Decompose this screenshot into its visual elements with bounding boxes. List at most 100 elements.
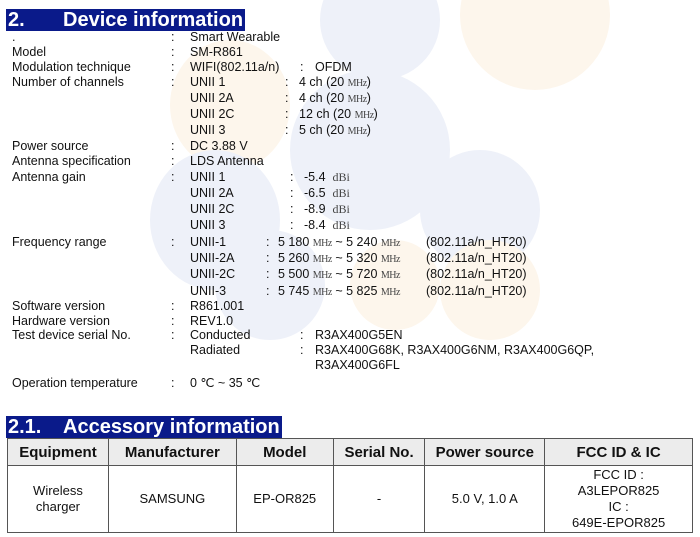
field-row-product: . : Smart Wearable [12, 30, 692, 45]
field-row-serial-radiated-cont: R3AX400G6FL [12, 358, 692, 373]
freq-high: 5 720 [346, 267, 378, 281]
unit-mhz: MHz [347, 94, 368, 105]
field-value: WIFI(802.11a/n) [190, 60, 280, 74]
gain-value: -8.9 [304, 202, 326, 216]
separator: : [285, 91, 289, 105]
freq-low: 5 500 [278, 267, 310, 281]
fcc-label: FCC ID : [593, 467, 644, 482]
frequency-item: UNII-1 : 5 180 MHz ~ 5 240 MHz (802.11a/… [190, 235, 690, 250]
field-label: Power source [12, 139, 89, 153]
frequency-item: UNII-3 : 5 745 MHz ~ 5 825 MHz (802.11a/… [190, 284, 690, 299]
radiated-value: R3AX400G68K, R3AX400G6NM, R3AX400G6QP, [315, 343, 595, 357]
range-separator: ~ [335, 235, 343, 249]
gain-item: UNII 1 : -5.4 dBi [190, 170, 590, 185]
separator: : [171, 235, 175, 249]
band-label: UNII-2A [190, 251, 235, 265]
field-label: Antenna specification [12, 154, 131, 168]
gain-item: UNII 3 : -8.4 dBi [190, 218, 590, 233]
field-value: SM-R861 [190, 45, 243, 59]
conducted-value: R3AX400G5EN [315, 328, 403, 342]
fcc-id: A3LEPOR825 [577, 483, 660, 498]
field-value: REV1.0 [190, 314, 234, 328]
range-separator: ~ [335, 251, 343, 265]
field-row-serial: Test device serial No. : Conducted : R3A… [12, 328, 692, 343]
gain-value: -6.5 [304, 186, 326, 200]
band-label: UNII 3 [190, 218, 226, 232]
separator: : [266, 251, 270, 265]
channel-count: 5 ch (20 [299, 123, 345, 137]
cell-serial: - [332, 465, 426, 533]
separator: : [171, 30, 175, 44]
close-paren: ) [366, 75, 371, 89]
separator: : [171, 75, 175, 89]
field-row-software-version: Software version : R861.001 [12, 299, 692, 314]
section-title: Accessory information [63, 416, 280, 438]
unit-dbi: dBi [332, 218, 350, 232]
channel-item: UNII 1 : 4 ch (20 MHz) [190, 75, 590, 90]
separator: : [171, 328, 175, 342]
unit-mhz: MHz [312, 287, 333, 298]
separator: : [300, 343, 304, 357]
field-row-serial-radiated: Radiated : R3AX400G68K, R3AX400G6NM, R3A… [12, 343, 692, 358]
section-number: 2.1. [8, 416, 42, 438]
channel-item: UNII 3 : 5 ch (20 MHz) [190, 123, 590, 138]
field-value: R861.001 [190, 299, 245, 313]
band-label: UNII-3 [190, 284, 227, 298]
separator: : [290, 218, 294, 232]
separator: : [171, 45, 175, 59]
separator: : [300, 60, 304, 74]
section-heading-accessory-information: 2.1. Accessory information [6, 416, 282, 438]
field-value: LDS Antenna [190, 154, 264, 168]
ic-label: IC : [608, 499, 629, 514]
separator: : [300, 328, 304, 342]
separator: : [266, 235, 270, 249]
unit-mhz: MHz [354, 110, 375, 121]
cell-equipment: Wireless charger [7, 465, 109, 533]
unit-mhz: MHz [380, 238, 401, 249]
separator: : [285, 123, 289, 137]
band-label: UNII 2C [190, 202, 235, 216]
band-label: UNII 1 [190, 75, 226, 89]
freq-high: 5 320 [346, 251, 378, 265]
channel-count: 12 ch (20 [299, 107, 352, 121]
unit-dbi: dBi [332, 202, 350, 216]
field-label: Hardware version [12, 314, 110, 328]
separator: : [290, 186, 294, 200]
table-header-row: Equipment Manufacturer Model Serial No. … [7, 438, 693, 466]
channel-item: UNII 2A : 4 ch (20 MHz) [190, 91, 590, 106]
field-sub-value: OFDM [315, 60, 352, 74]
unit-mhz: MHz [312, 254, 333, 265]
field-row-model: Model : SM-R861 [12, 45, 692, 60]
section-heading-device-information: 2. Device information [6, 9, 246, 31]
field-label: Operation temperature [12, 376, 138, 390]
gain-value: -5.4 [304, 170, 326, 184]
separator: : [171, 60, 175, 74]
range-separator: ~ [335, 284, 343, 298]
unit-dbi: dBi [332, 186, 350, 200]
unit-mhz: MHz [380, 254, 401, 265]
close-paren: ) [373, 107, 378, 121]
radiated-label: Radiated [190, 343, 241, 357]
separator: : [171, 170, 175, 184]
separator: : [285, 75, 289, 89]
column-header: Equipment [7, 438, 109, 466]
field-row-modulation: Modulation technique : WIFI(802.11a/n) :… [12, 60, 692, 75]
band-label: UNII 1 [190, 170, 226, 184]
field-value: DC 3.88 V [190, 139, 248, 153]
channel-count: 4 ch (20 [299, 91, 345, 105]
field-label: Modulation technique [12, 60, 131, 74]
column-header: FCC ID & IC [544, 438, 693, 466]
band-label: UNII 2C [190, 107, 235, 121]
cell-manufacturer: SAMSUNG [107, 465, 237, 533]
field-row-antenna-spec: Antenna specification : LDS Antenna [12, 154, 692, 169]
field-value: 0 ℃ ~ 35 ℃ [190, 376, 261, 390]
separator: : [171, 376, 175, 390]
mode-label: (802.11a/n_HT20) [426, 251, 527, 265]
section-number: 2. [8, 9, 25, 31]
section-title: Device information [63, 9, 244, 31]
separator: : [171, 299, 175, 313]
cell-model: EP-OR825 [235, 465, 334, 533]
field-value: Smart Wearable [190, 30, 281, 44]
cell-fcc-ic: FCC ID : A3LEPOR825 IC : 649E-EPOR825 [544, 465, 693, 533]
equipment-line: charger [35, 499, 80, 514]
